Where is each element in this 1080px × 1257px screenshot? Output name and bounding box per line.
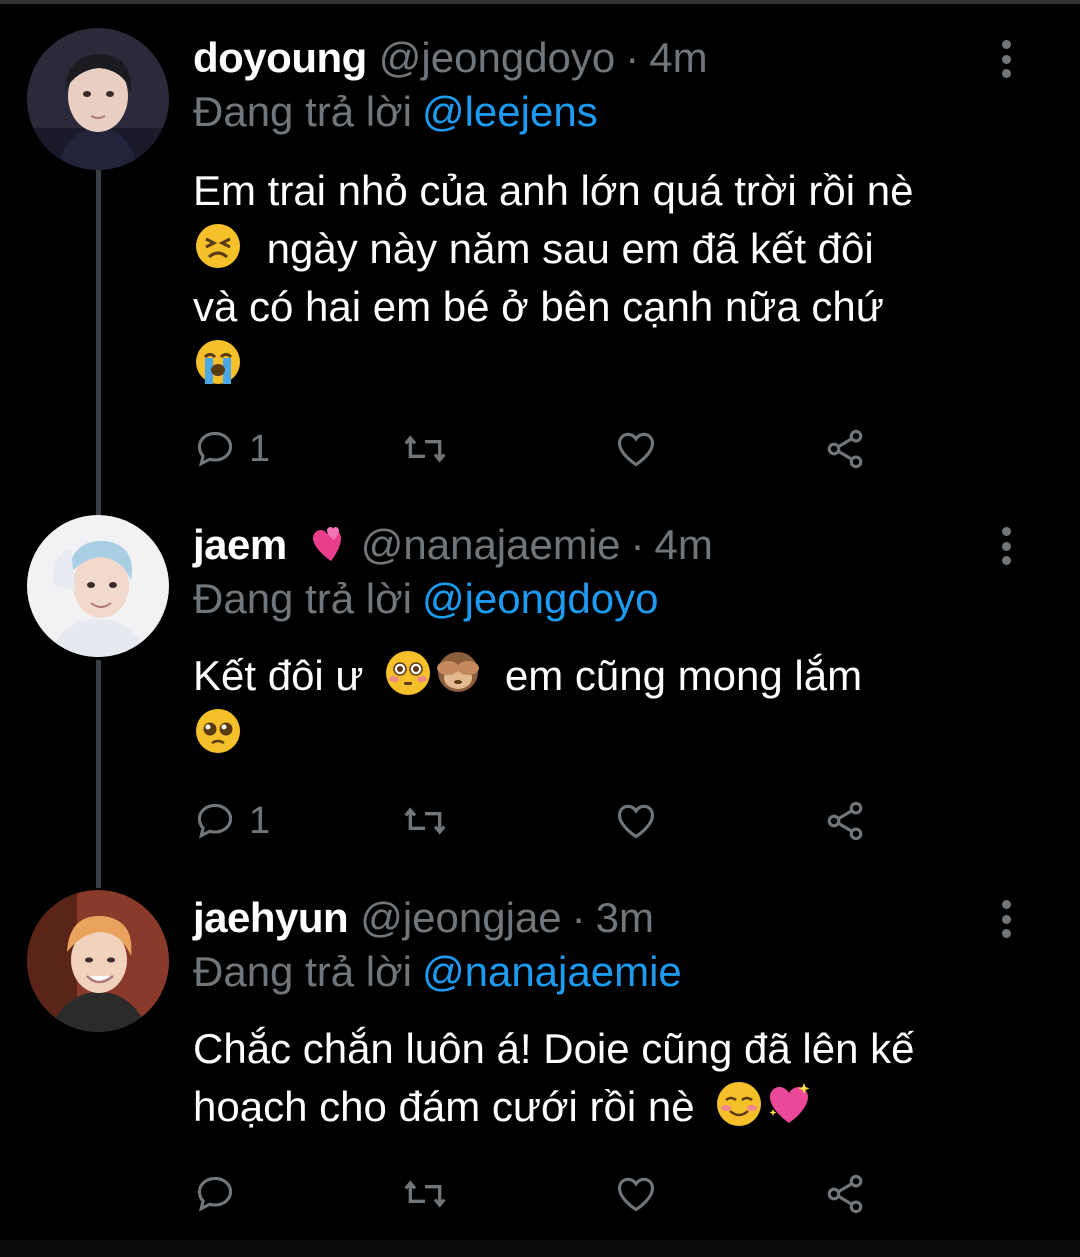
share-icon <box>827 1174 863 1214</box>
heart-icon <box>617 804 655 839</box>
display-name[interactable]: doyoung <box>193 34 367 82</box>
pleading-face-emoji <box>193 706 243 756</box>
like-button[interactable] <box>613 797 659 845</box>
replying-to-label: Đang trả lời <box>193 88 412 135</box>
retweet-icon <box>404 1180 446 1208</box>
replying-to-label: Đang trả lời <box>193 948 412 995</box>
share-button[interactable] <box>823 1170 867 1218</box>
timestamp[interactable]: 4m <box>649 34 707 82</box>
two-hearts-emoji <box>301 521 349 569</box>
more-options-icon[interactable] <box>994 527 1018 565</box>
loudly-crying-face-emoji <box>193 337 243 387</box>
mention-link[interactable]: @jeongdoyo <box>422 575 658 622</box>
tweet-actions <box>193 1170 893 1218</box>
display-name[interactable]: jaehyun <box>193 894 349 942</box>
reply-button[interactable]: 1 <box>193 425 270 473</box>
tweet-actions: 1 <box>193 425 893 473</box>
mention-link[interactable]: @leejens <box>422 88 598 135</box>
reply-icon <box>197 1176 233 1212</box>
tweet-text-part: ngày này năm sau em đã kết đôi <box>266 225 874 272</box>
mention-link[interactable]: @nanajaemie <box>422 948 682 995</box>
tweet-text-part: và có hai em bé ở bên cạnh nữa chứ <box>193 283 884 330</box>
tired-face-emoji <box>193 221 243 271</box>
avatar[interactable] <box>27 515 169 657</box>
replying-to: Đang trả lời @jeongdoyo <box>193 575 658 623</box>
avatar[interactable] <box>27 890 169 1032</box>
heart-icon <box>617 432 655 467</box>
tweet-header: jaem @nanajaemie · 4m <box>193 515 713 575</box>
retweet-button[interactable] <box>401 1170 449 1218</box>
reply-count: 1 <box>249 427 271 470</box>
display-name[interactable]: jaem <box>193 521 287 569</box>
more-options-icon[interactable] <box>994 900 1018 938</box>
bottom-edge <box>0 1240 1080 1257</box>
reply-count: 1 <box>249 799 271 842</box>
tweet-text-part: hoạch cho đám cưới rồi nè <box>193 1083 695 1130</box>
user-handle[interactable]: @jeongjae <box>360 894 561 942</box>
heart-icon <box>617 1177 655 1212</box>
smiling-face-emoji <box>714 1079 764 1129</box>
replying-to: Đang trả lời @nanajaemie <box>193 948 682 996</box>
reply-icon <box>197 803 233 839</box>
tweet-text-part: Chắc chắn luôn á! Doie cũng đã lên kế <box>193 1025 915 1072</box>
like-button[interactable] <box>613 1170 659 1218</box>
tweet-text-part: Kết đôi ư <box>193 652 364 699</box>
avatar[interactable] <box>27 28 169 170</box>
reply-button[interactable]: 1 <box>193 797 270 845</box>
separator-dot: · <box>571 894 586 941</box>
tweet-text: Em trai nhỏ của anh lớn quá trời rồi nè … <box>193 162 1023 394</box>
more-options-icon[interactable] <box>994 40 1018 78</box>
retweet-icon <box>404 807 446 835</box>
separator-dot: · <box>630 521 645 568</box>
reply-button[interactable] <box>193 1170 249 1218</box>
user-handle[interactable]: @nanajaemie <box>361 521 621 569</box>
timestamp[interactable]: 3m <box>596 894 654 942</box>
timestamp[interactable]: 4m <box>655 521 713 569</box>
reply-icon <box>197 431 233 467</box>
tweet-header: jaehyun @jeongjae · 3m <box>193 888 654 948</box>
top-divider <box>0 0 1080 4</box>
share-icon <box>827 801 863 841</box>
tweet-actions: 1 <box>193 797 893 845</box>
tweet-text: Chắc chắn luôn á! Doie cũng đã lên kế ho… <box>193 1020 1023 1136</box>
see-no-evil-monkey-emoji <box>433 648 483 698</box>
like-button[interactable] <box>613 425 659 473</box>
tweet-text-part: Em trai nhỏ của anh lớn quá trời rồi nè <box>193 167 914 214</box>
separator-dot: · <box>625 34 640 81</box>
tweet-header: doyoung @jeongdoyo · 4m <box>193 28 708 88</box>
sparkling-heart-emoji <box>764 1079 814 1129</box>
share-button[interactable] <box>823 797 867 845</box>
replying-to: Đang trả lời @leejens <box>193 88 598 136</box>
retweet-button[interactable] <box>401 425 449 473</box>
thread-connector-line <box>96 170 101 516</box>
thread-connector-line <box>96 660 101 888</box>
share-button[interactable] <box>823 425 867 473</box>
flushed-face-emoji <box>383 648 433 698</box>
retweet-icon <box>404 435 446 463</box>
tweet-text: Kết đôi ư em cũng mong lắm <box>193 647 1023 763</box>
tweet-text-part: em cũng mong lắm <box>504 652 863 699</box>
share-icon <box>827 429 863 469</box>
replying-to-label: Đang trả lời <box>193 575 412 622</box>
retweet-button[interactable] <box>401 797 449 845</box>
user-handle[interactable]: @jeongdoyo <box>379 34 615 82</box>
